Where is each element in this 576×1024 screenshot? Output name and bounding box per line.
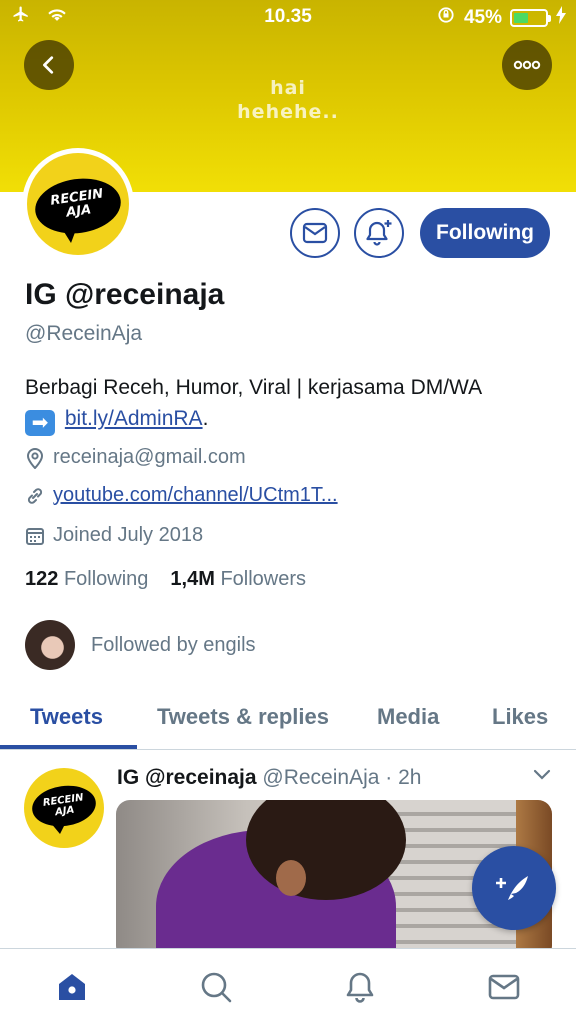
envelope-icon <box>488 974 520 1000</box>
recein-logo: RECEIN AJA <box>27 153 129 255</box>
rotation-lock-icon <box>436 5 456 31</box>
tab-media[interactable]: Media <box>377 704 439 730</box>
chevron-down-icon <box>533 769 551 780</box>
nav-messages[interactable] <box>484 967 524 1007</box>
active-tab-indicator <box>0 745 137 749</box>
envelope-icon <box>302 222 328 244</box>
bell-icon <box>346 972 374 1003</box>
location-text: receinaja@gmail.com <box>53 446 246 468</box>
follower-avatar <box>25 620 75 670</box>
tweet-author-name: IG @receinaja <box>117 766 257 789</box>
logo-bubble-tail <box>61 227 77 243</box>
more-dots-icon <box>513 60 541 70</box>
profile-bio: Berbagi Receh, Humor, Viral | kerjasama … <box>25 372 555 436</box>
profile-avatar[interactable]: RECEIN AJA <box>22 148 134 260</box>
tweet-author-handle: @ReceinAja <box>262 766 380 789</box>
banner-text-line-2: hehehe.. <box>237 101 339 123</box>
status-bar: 10.35 45% <box>0 0 576 34</box>
following-count: 122 <box>25 568 59 590</box>
tab-tweets-replies[interactable]: Tweets & replies <box>157 704 329 730</box>
bio-text: Berbagi Receh, Humor, Viral | kerjasama … <box>25 376 483 399</box>
followed-by-row[interactable]: Followed by engils <box>25 620 256 670</box>
bio-link[interactable]: bit.ly/AdminRA <box>65 407 203 430</box>
logo-speech-bubble: RECEIN AJA <box>31 173 125 239</box>
following-button[interactable]: Following <box>420 208 550 258</box>
following-count-label: Following <box>63 568 149 590</box>
link-icon <box>27 487 43 504</box>
location-row: receinaja@gmail.com <box>25 446 246 469</box>
battery-percent: 45% <box>463 7 502 28</box>
tweet-header: IG @receinaja @ReceinAja · 2h <box>117 766 421 790</box>
nav-notifications[interactable] <box>340 967 380 1007</box>
follow-counts: 122 Following 1,4M Followers <box>25 568 306 591</box>
nav-home[interactable] <box>52 967 92 1007</box>
tweet-separator: · <box>379 766 399 789</box>
website-link[interactable]: youtube.com/channel/UCtm1T... <box>53 484 338 507</box>
arrow-right-emoji-icon: ➡ <box>25 410 55 436</box>
followers-count: 1,4M <box>170 568 215 590</box>
tab-tweets[interactable]: Tweets <box>30 704 103 730</box>
bell-plus-icon <box>366 220 392 246</box>
tab-likes[interactable]: Likes <box>492 704 548 730</box>
search-icon <box>201 972 232 1003</box>
calendar-icon <box>26 527 44 545</box>
more-options-button[interactable] <box>502 40 552 90</box>
profile-name: IG @receinaja <box>25 278 225 311</box>
followed-by-text: Followed by engils <box>91 633 256 656</box>
tweet-author-avatar[interactable]: RECEIN AJA <box>24 768 104 848</box>
tweet-time: 2h <box>398 766 422 789</box>
followers-count-label: Followers <box>220 568 307 590</box>
banner-text-line-1: hai <box>270 77 306 99</box>
location-pin-icon <box>26 447 44 469</box>
nav-search[interactable] <box>196 967 236 1007</box>
website-row: youtube.com/channel/UCtm1T... <box>25 484 338 507</box>
bottom-navigation <box>0 948 576 1024</box>
profile-tabs: Tweets Tweets & replies Media Likes <box>0 688 576 750</box>
message-button[interactable] <box>290 208 340 258</box>
charging-icon <box>556 6 566 30</box>
banner-text: hai hehehe.. <box>0 76 576 124</box>
logo-bubble-tail <box>50 822 66 834</box>
joined-row: Joined July 2018 <box>25 524 203 547</box>
compose-tweet-button[interactable] <box>472 846 556 930</box>
joined-text: Joined July 2018 <box>53 524 204 546</box>
followers-count-link[interactable]: 1,4M Followers <box>170 568 306 591</box>
profile-handle: @ReceinAja <box>25 322 143 345</box>
back-button[interactable] <box>24 40 74 90</box>
bio-end: . <box>202 407 209 430</box>
tweet-menu-button[interactable] <box>532 768 552 787</box>
following-count-link[interactable]: 122 Following <box>25 568 148 591</box>
chevron-left-icon <box>43 56 54 74</box>
notify-button[interactable] <box>354 208 404 258</box>
home-icon <box>59 974 85 1000</box>
battery-icon <box>510 9 551 27</box>
feather-plus-icon <box>496 876 528 900</box>
